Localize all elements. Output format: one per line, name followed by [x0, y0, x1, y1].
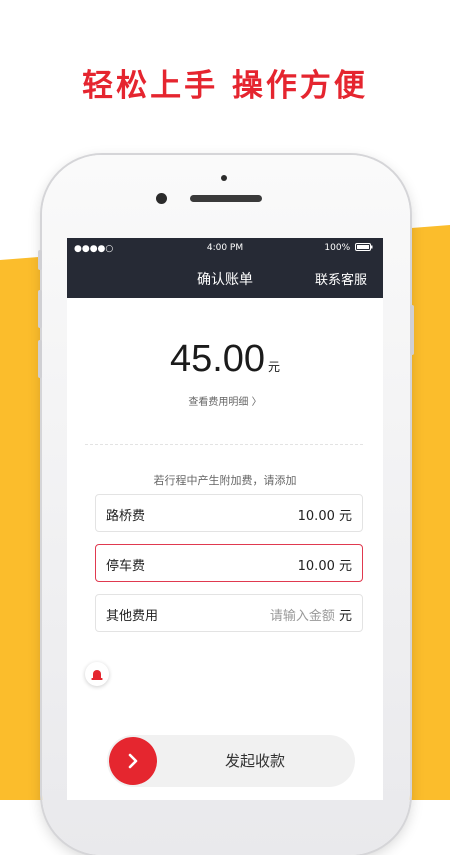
- phone-volume-up: [38, 290, 42, 328]
- fee-label: 路桥费: [106, 509, 146, 524]
- fee-label: 其他费用: [106, 609, 159, 624]
- alarm-light-icon: [91, 670, 103, 680]
- toll-fee-row[interactable]: 路桥费 10.00 元: [95, 494, 363, 532]
- status-bar: ●●●●○ 4:00 PM 100%: [67, 238, 383, 260]
- collect-go-button[interactable]: [109, 737, 157, 785]
- collect-payment-label: 发起收款: [224, 752, 285, 770]
- chevron-right-icon: [128, 753, 138, 769]
- phone-screen: ●●●●○ 4:00 PM 100% 确认账单 联系客服 45.00 元 查看费用…: [67, 238, 383, 800]
- front-camera: [156, 193, 167, 204]
- amount-value: 45.00: [169, 338, 266, 380]
- fee-detail-link[interactable]: 查看费用明细 〉: [67, 393, 383, 408]
- other-fee-input[interactable]: 请输入金额 元: [270, 605, 352, 624]
- phone-power-button: [410, 305, 414, 355]
- fee-label: 停车费: [106, 559, 146, 574]
- phone-mute-switch: [38, 250, 42, 270]
- battery-percent: 100%: [324, 243, 351, 253]
- earpiece-speaker: [190, 195, 262, 202]
- collect-payment-bar[interactable]: 发起收款: [107, 735, 355, 787]
- headline: 轻松上手 操作方便: [82, 68, 368, 104]
- fee-value: 10.00 元: [297, 559, 352, 574]
- fee-unit: 元: [338, 609, 352, 624]
- fee-value: 10.00 元: [297, 509, 352, 524]
- alarm-light-button[interactable]: [85, 662, 109, 686]
- battery-icon: [355, 243, 373, 251]
- nav-bar: 确认账单 联系客服: [67, 260, 383, 298]
- bill-amount: 45.00 元: [67, 338, 383, 381]
- front-sensor: [221, 175, 227, 181]
- battery-indicator: 100%: [324, 243, 373, 253]
- amount-placeholder: 请输入金额: [269, 609, 335, 624]
- phone-volume-down: [38, 340, 42, 378]
- extra-fee-hint: 若行程中产生附加费，请添加: [153, 474, 297, 487]
- amount-unit: 元: [268, 360, 281, 374]
- parking-fee-row[interactable]: 停车费 10.00 元: [95, 544, 363, 582]
- other-fee-row[interactable]: 其他费用 请输入金额 元: [95, 594, 363, 632]
- contact-service-button[interactable]: 联系客服: [315, 269, 367, 288]
- section-divider: [85, 444, 363, 445]
